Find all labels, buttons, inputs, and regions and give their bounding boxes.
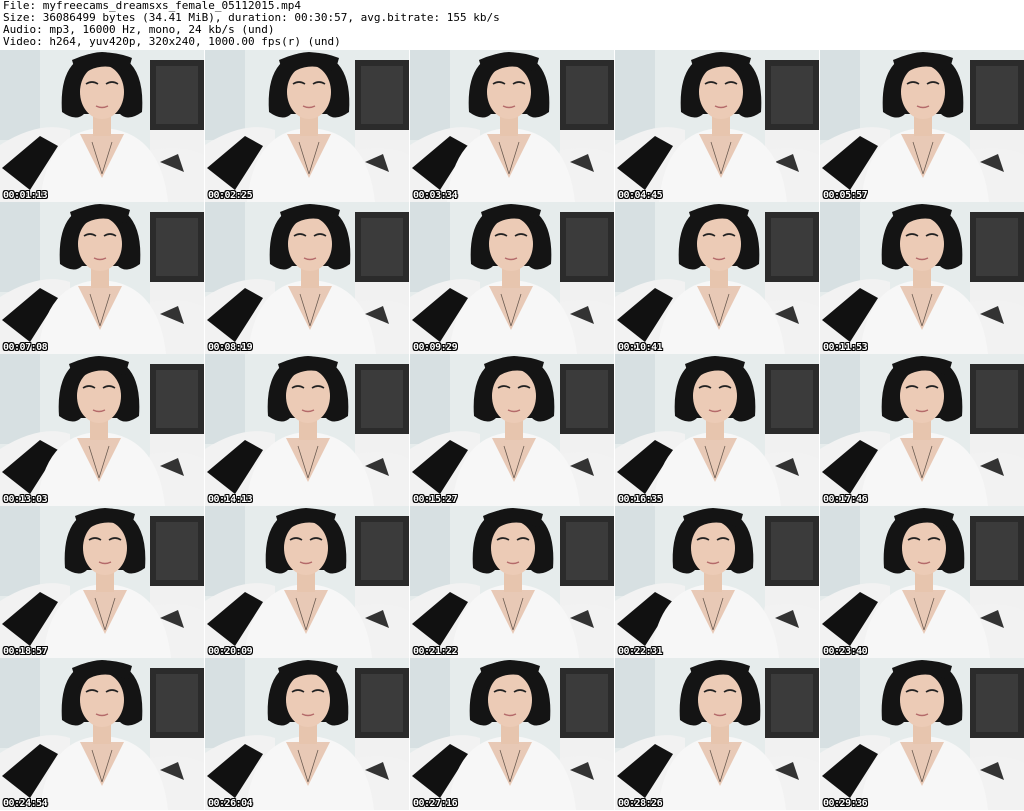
video-thumbnail: 00:16:35 bbox=[615, 354, 819, 506]
thumbnail-timestamp: 00:04:45 bbox=[618, 190, 663, 201]
frame-image bbox=[0, 506, 204, 658]
thumbnail-timestamp: 00:14:13 bbox=[208, 494, 253, 505]
thumbnail-timestamp: 00:09:29 bbox=[413, 342, 458, 353]
frame-image bbox=[820, 354, 1024, 506]
frame-image bbox=[820, 506, 1024, 658]
video-thumbnail: 00:29:36 bbox=[820, 658, 1024, 810]
thumbnail-timestamp: 00:08:19 bbox=[208, 342, 253, 353]
video-thumbnail: 00:01:13 bbox=[0, 50, 204, 202]
thumbnail-timestamp: 00:15:27 bbox=[413, 494, 458, 505]
frame-image bbox=[615, 506, 819, 658]
thumbnail-timestamp: 00:24:54 bbox=[3, 798, 48, 809]
thumbnail-timestamp: 00:22:31 bbox=[618, 646, 663, 657]
thumbnail-timestamp: 00:20:09 bbox=[208, 646, 253, 657]
thumbnail-timestamp: 00:05:57 bbox=[823, 190, 868, 201]
frame-image bbox=[410, 354, 614, 506]
file-info-header: File: myfreecams_dreamsxs_female_0511201… bbox=[0, 0, 1024, 50]
thumbnail-timestamp: 00:29:36 bbox=[823, 798, 868, 809]
video-thumbnail: 00:10:41 bbox=[615, 202, 819, 354]
frame-image bbox=[0, 50, 204, 202]
thumbnail-timestamp: 00:28:26 bbox=[618, 798, 663, 809]
video-thumbnail: 00:13:03 bbox=[0, 354, 204, 506]
video-thumbnail: 00:08:19 bbox=[205, 202, 409, 354]
frame-image bbox=[205, 506, 409, 658]
video-thumbnail: 00:28:26 bbox=[615, 658, 819, 810]
frame-image bbox=[205, 354, 409, 506]
video-thumbnail: 00:02:25 bbox=[205, 50, 409, 202]
frame-image bbox=[820, 50, 1024, 202]
frame-image bbox=[410, 658, 614, 810]
video-thumbnail: 00:27:16 bbox=[410, 658, 614, 810]
video-thumbnail: 00:26:04 bbox=[205, 658, 409, 810]
video-thumbnail: 00:18:57 bbox=[0, 506, 204, 658]
frame-image bbox=[410, 506, 614, 658]
thumbnail-timestamp: 00:02:25 bbox=[208, 190, 253, 201]
frame-image bbox=[0, 202, 204, 354]
video-thumbnail: 00:03:34 bbox=[410, 50, 614, 202]
thumbnail-timestamp: 00:11:53 bbox=[823, 342, 868, 353]
thumbnail-grid: 00:01:13 00:02:25 00:03:34 00:04:45 00:05:57… bbox=[0, 50, 1024, 811]
video-info-line: Video: h264, yuv420p, 320x240, 1000.00 f… bbox=[3, 35, 341, 48]
frame-image bbox=[0, 354, 204, 506]
video-thumbnail: 00:22:31 bbox=[615, 506, 819, 658]
thumbnail-timestamp: 00:17:46 bbox=[823, 494, 868, 505]
frame-image bbox=[615, 658, 819, 810]
video-thumbnail: 00:21:22 bbox=[410, 506, 614, 658]
video-thumbnail: 00:23:40 bbox=[820, 506, 1024, 658]
frame-image bbox=[205, 50, 409, 202]
thumbnail-timestamp: 00:23:40 bbox=[823, 646, 868, 657]
thumbnail-timestamp: 00:03:34 bbox=[413, 190, 458, 201]
video-thumbnail: 00:04:45 bbox=[615, 50, 819, 202]
video-thumbnail: 00:14:13 bbox=[205, 354, 409, 506]
thumbnail-timestamp: 00:01:13 bbox=[3, 190, 48, 201]
video-thumbnail: 00:17:46 bbox=[820, 354, 1024, 506]
thumbnail-timestamp: 00:07:08 bbox=[3, 342, 48, 353]
frame-image bbox=[615, 202, 819, 354]
video-thumbnail: 00:05:57 bbox=[820, 50, 1024, 202]
video-thumbnail: 00:09:29 bbox=[410, 202, 614, 354]
thumbnail-timestamp: 00:18:57 bbox=[3, 646, 48, 657]
video-thumbnail: 00:07:08 bbox=[0, 202, 204, 354]
frame-image bbox=[0, 658, 204, 810]
frame-image bbox=[205, 202, 409, 354]
frame-image bbox=[820, 658, 1024, 810]
frame-image bbox=[820, 202, 1024, 354]
frame-image bbox=[410, 202, 614, 354]
thumbnail-timestamp: 00:13:03 bbox=[3, 494, 48, 505]
thumbnail-timestamp: 00:16:35 bbox=[618, 494, 663, 505]
video-thumbnail: 00:24:54 bbox=[0, 658, 204, 810]
thumbnail-timestamp: 00:27:16 bbox=[413, 798, 458, 809]
thumbnail-timestamp: 00:26:04 bbox=[208, 798, 253, 809]
video-thumbnail: 00:11:53 bbox=[820, 202, 1024, 354]
thumbnail-timestamp: 00:21:22 bbox=[413, 646, 458, 657]
frame-image bbox=[615, 50, 819, 202]
thumbnail-timestamp: 00:10:41 bbox=[618, 342, 663, 353]
video-thumbnail: 00:15:27 bbox=[410, 354, 614, 506]
frame-image bbox=[205, 658, 409, 810]
video-thumbnail: 00:20:09 bbox=[205, 506, 409, 658]
frame-image bbox=[410, 50, 614, 202]
frame-image bbox=[615, 354, 819, 506]
